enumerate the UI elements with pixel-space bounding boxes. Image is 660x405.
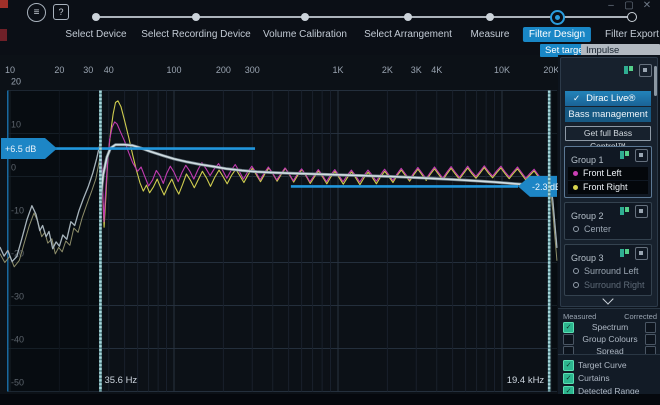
dirac-live-label: Dirac Live® xyxy=(586,93,635,104)
group-2-panel[interactable]: Group 2 Center xyxy=(564,202,652,240)
step-label[interactable]: Select Arrangement xyxy=(364,29,452,40)
y-tick-label: 20 xyxy=(11,77,21,87)
group-colours-icon[interactable] xyxy=(620,206,631,216)
step-label[interactable]: Select Device xyxy=(65,29,126,40)
channel-colour-dot xyxy=(573,226,579,232)
group-1-panel[interactable]: Group 1 Front Left Front Right xyxy=(564,146,652,198)
step-dot xyxy=(301,13,309,21)
group-3-panel[interactable]: Group 3 Surround Left Surround Right xyxy=(564,244,652,296)
channel-label: Surround Left xyxy=(584,266,639,276)
target-curve-checkbox[interactable]: ✓ xyxy=(563,360,574,371)
step-dot xyxy=(92,13,100,21)
channel-front-left[interactable]: Front Left xyxy=(568,167,648,180)
channel-colour-dot xyxy=(573,282,579,288)
step-dot xyxy=(627,12,637,22)
step-dot xyxy=(404,13,412,21)
help-icon[interactable]: ? xyxy=(53,4,69,20)
step-dot xyxy=(192,13,200,21)
corrected-spectrum-checkbox[interactable] xyxy=(645,322,656,333)
maximize-button[interactable]: ▢ xyxy=(620,0,638,11)
channel-colour-dot xyxy=(573,185,578,190)
group-colours-icon[interactable] xyxy=(620,150,631,160)
group-name: Group 3 xyxy=(571,253,604,263)
sidebar: ✓ Dirac Live® Bass management Get full Ba… xyxy=(558,55,660,405)
focus-icon[interactable] xyxy=(635,247,648,260)
group-name: Group 1 xyxy=(571,155,604,165)
curtains-checkbox[interactable]: ✓ xyxy=(563,373,574,384)
x-tick-label: 10 xyxy=(5,65,15,75)
x-tick-label: 20 xyxy=(54,65,64,75)
channel-label: Center xyxy=(584,224,611,234)
x-tick-label: 4K xyxy=(431,65,442,75)
minimize-button[interactable]: – xyxy=(602,0,620,11)
x-tick-label: 10K xyxy=(494,65,510,75)
x-tick-label: 2K xyxy=(382,65,393,75)
dirac-live-option[interactable]: ✓ Dirac Live® xyxy=(565,91,651,106)
channel-label: Front Right xyxy=(583,182,628,192)
x-tick-label: 30 xyxy=(83,65,93,75)
display-label: Target Curve xyxy=(578,360,644,371)
focus-icon[interactable] xyxy=(635,205,648,218)
focus-icon[interactable] xyxy=(639,64,652,77)
channel-surround-right[interactable]: Surround Right xyxy=(568,279,648,292)
chevron-down-icon[interactable] xyxy=(604,295,612,303)
display-label: Curtains xyxy=(578,373,644,384)
step-label[interactable]: Filter Export xyxy=(605,29,659,40)
group-colours-icon[interactable] xyxy=(624,65,635,75)
x-tick-label: 40 xyxy=(104,65,114,75)
channel-panel: ✓ Dirac Live® Bass management Get full Ba… xyxy=(560,57,658,307)
step-label[interactable]: Measure xyxy=(471,29,510,40)
corrected-group-colours-checkbox[interactable] xyxy=(645,334,656,345)
channel-surround-left[interactable]: Surround Left xyxy=(568,265,648,278)
channel-colour-dot xyxy=(573,171,578,176)
x-tick-label: 1K xyxy=(332,65,343,75)
x-tick-label: 200 xyxy=(216,65,231,75)
measured-header: Measured xyxy=(563,312,596,321)
corrected-header: Corrected xyxy=(624,312,657,321)
step-label-active[interactable]: Filter Design xyxy=(523,27,591,42)
x-tick-label: 20K xyxy=(543,65,559,75)
step-label[interactable]: Volume Calibration xyxy=(263,29,347,40)
channel-label: Surround Right xyxy=(584,280,645,290)
step-dot xyxy=(486,13,494,21)
channel-front-right[interactable]: Front Right xyxy=(568,181,648,194)
desktop-fragment xyxy=(0,0,8,8)
channel-colour-dot xyxy=(573,268,579,274)
bass-management-option[interactable]: Bass management xyxy=(565,107,651,122)
curtain-label: 35.6 Hz xyxy=(104,375,137,386)
group-name: Group 2 xyxy=(571,211,604,221)
menu-icon[interactable]: ≡ xyxy=(27,3,46,22)
focus-icon[interactable] xyxy=(635,149,648,162)
bottom-strip xyxy=(0,394,660,405)
close-button[interactable]: ✕ xyxy=(638,0,656,11)
spectrum-legend-panel: Measured Corrected ✓ Spectrum Group Colo… xyxy=(558,308,660,354)
dirac-live-window: 102030401002003001K2K3K4K10K20K20100-10-… xyxy=(0,0,660,405)
window-controls: –▢✕ xyxy=(602,0,656,11)
measured-spectrum-checkbox[interactable]: ✓ xyxy=(563,322,574,333)
check-icon: ✓ xyxy=(573,93,580,103)
desktop-fragment xyxy=(0,29,7,41)
channel-label: Front Left xyxy=(583,168,622,178)
target-flag-label: -2.3 dB xyxy=(532,182,561,192)
target-flag-label: +6.5 dB xyxy=(5,144,36,154)
step-dot-active xyxy=(550,10,565,25)
x-tick-label: 3K xyxy=(411,65,422,75)
get-bass-control-button[interactable]: Get full Bass Control™ xyxy=(565,126,651,141)
x-tick-label: 100 xyxy=(166,65,181,75)
out-of-range-overlay xyxy=(8,91,100,392)
group-colours-icon[interactable] xyxy=(620,248,631,258)
x-tick-label: 300 xyxy=(245,65,260,75)
curtain-label: 19.4 kHz xyxy=(507,375,545,386)
channel-center[interactable]: Center xyxy=(568,223,648,236)
step-label[interactable]: Select Recording Device xyxy=(141,29,251,40)
legend-label: Spectrum xyxy=(576,322,644,333)
scrollbar[interactable] xyxy=(654,66,657,96)
measured-group-colours-checkbox[interactable] xyxy=(563,334,574,345)
legend-label: Group Colours xyxy=(576,334,644,345)
